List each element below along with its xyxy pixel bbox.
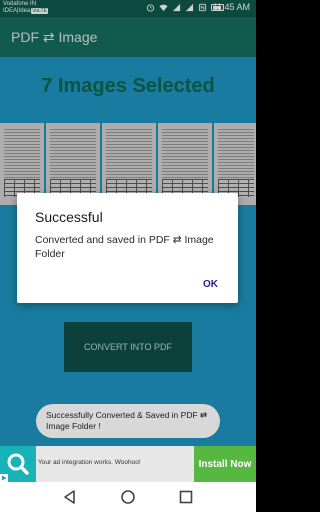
success-dialog: Successful Converted and saved in PDF ⇄ … <box>17 193 238 303</box>
dialog-message: Converted and saved in PDF ⇄ Image Folde… <box>35 234 214 260</box>
install-now-button[interactable]: Install Now <box>194 446 256 482</box>
recents-icon[interactable] <box>178 489 194 505</box>
dialog-title: Successful <box>35 209 103 225</box>
ad-choices-icon[interactable] <box>0 474 8 482</box>
home-icon[interactable] <box>120 489 136 505</box>
ok-button[interactable]: OK <box>203 279 218 290</box>
toast-message: Successfully Converted & Saved in PDF ⇄ … <box>36 404 220 438</box>
ad-banner[interactable]: Your ad integration works. Woohoo! Insta… <box>0 446 256 482</box>
ad-text: Your ad integration works. Woohoo! <box>38 459 141 466</box>
navigation-bar <box>0 482 256 512</box>
back-icon[interactable] <box>62 489 78 505</box>
